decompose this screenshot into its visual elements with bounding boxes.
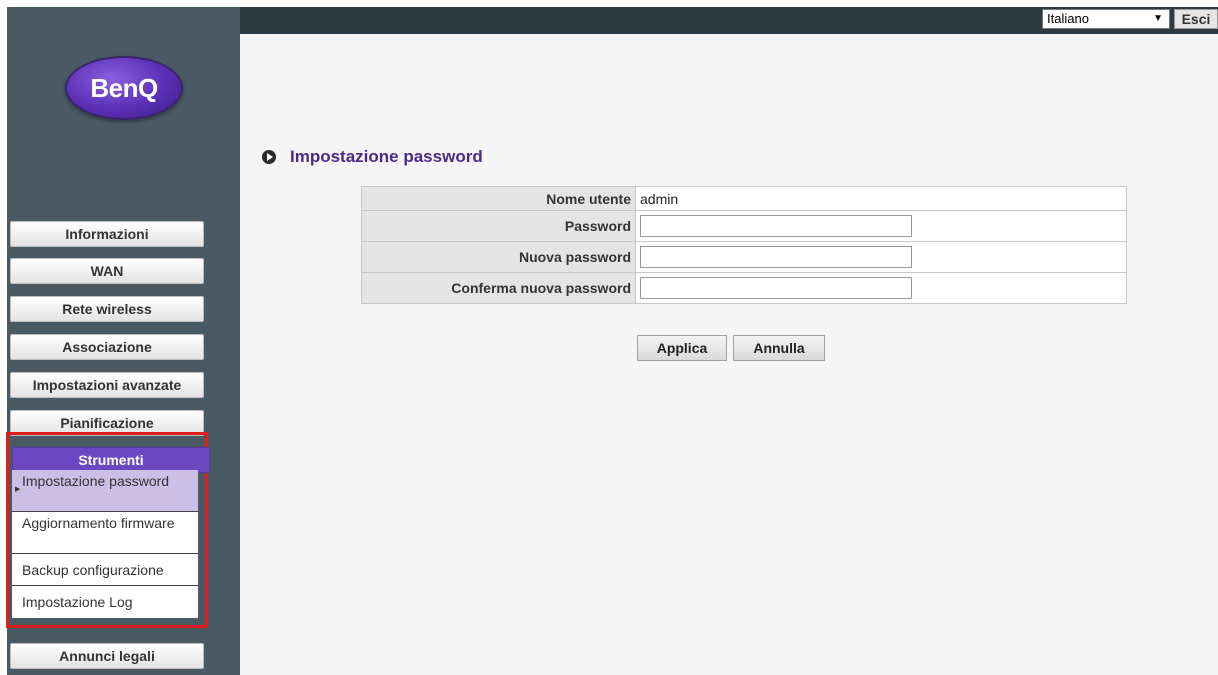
new-password-label: Nuova password	[361, 241, 636, 273]
table-row: Conferma nuova password	[361, 272, 1127, 304]
main-content	[240, 34, 1218, 675]
submenu-item-label: Impostazione password	[22, 473, 170, 489]
dropdown-arrow-icon: ▼	[1153, 13, 1163, 24]
tools-submenu: ▶ Impostazione password Aggiornamento fi…	[12, 470, 198, 618]
logout-button[interactable]: Esci	[1174, 9, 1218, 29]
username-label: Nome utente	[361, 186, 636, 211]
submenu-item-backup-configurazione[interactable]: Backup configurazione	[12, 554, 198, 586]
password-label: Password	[361, 210, 636, 242]
sidebar-item-informazioni[interactable]: Informazioni	[10, 221, 204, 247]
password-field[interactable]	[640, 215, 912, 237]
sidebar-item-rete-wireless[interactable]: Rete wireless	[10, 296, 204, 322]
language-select[interactable]: Italiano ▼	[1042, 9, 1170, 29]
sidebar-item-wan[interactable]: WAN	[10, 258, 204, 284]
language-selected-value: Italiano	[1047, 11, 1089, 26]
table-row: Nome utente admin	[361, 186, 1127, 211]
table-row: Nuova password	[361, 241, 1127, 273]
circle-arrow-icon	[262, 150, 276, 164]
benq-logo: BenQ	[65, 56, 183, 120]
submenu-item-aggiornamento-firmware[interactable]: Aggiornamento firmware	[12, 512, 198, 554]
arrow-right-icon: ▶	[15, 486, 21, 493]
submenu-item-label: Backup configurazione	[22, 562, 164, 578]
submenu-item-impostazione-log[interactable]: Impostazione Log	[12, 586, 198, 618]
confirm-password-label: Conferma nuova password	[361, 272, 636, 304]
password-form: Nome utente admin Password Nuova passwor…	[361, 186, 1127, 304]
submenu-item-label: Aggiornamento firmware	[22, 515, 175, 531]
new-password-field[interactable]	[640, 246, 912, 268]
username-value: admin	[635, 186, 1127, 211]
apply-button[interactable]: Applica	[637, 335, 727, 361]
page-title-row: Impostazione password	[262, 146, 483, 168]
sidebar-item-impostazioni-avanzate[interactable]: Impostazioni avanzate	[10, 372, 204, 398]
page-title: Impostazione password	[290, 147, 483, 166]
logo-text: BenQ	[90, 72, 158, 103]
sidebar-item-annunci-legali[interactable]: Annunci legali	[10, 643, 204, 669]
sidebar-item-associazione[interactable]: Associazione	[10, 334, 204, 360]
confirm-password-field[interactable]	[640, 277, 912, 299]
submenu-item-label: Impostazione Log	[22, 594, 133, 610]
cancel-button[interactable]: Annulla	[733, 335, 825, 361]
submenu-item-impostazione-password[interactable]: ▶ Impostazione password	[12, 470, 198, 512]
table-row: Password	[361, 210, 1127, 242]
